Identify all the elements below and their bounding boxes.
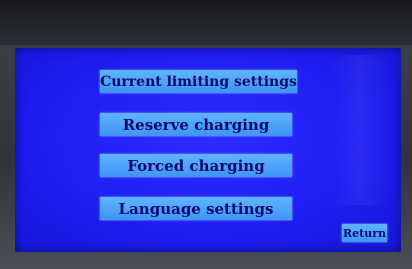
forced-charging-button[interactable]: Forced charging — [100, 154, 292, 177]
lcd-screen: Current limiting settings Reserve chargi… — [15, 48, 401, 252]
language-settings-button[interactable]: Language settings — [100, 197, 292, 220]
current-limiting-settings-button[interactable]: Current limiting settings — [100, 70, 297, 93]
reserve-charging-button[interactable]: Reserve charging — [100, 113, 292, 136]
return-button[interactable]: Return — [342, 224, 387, 242]
device-bezel-top — [0, 0, 412, 45]
